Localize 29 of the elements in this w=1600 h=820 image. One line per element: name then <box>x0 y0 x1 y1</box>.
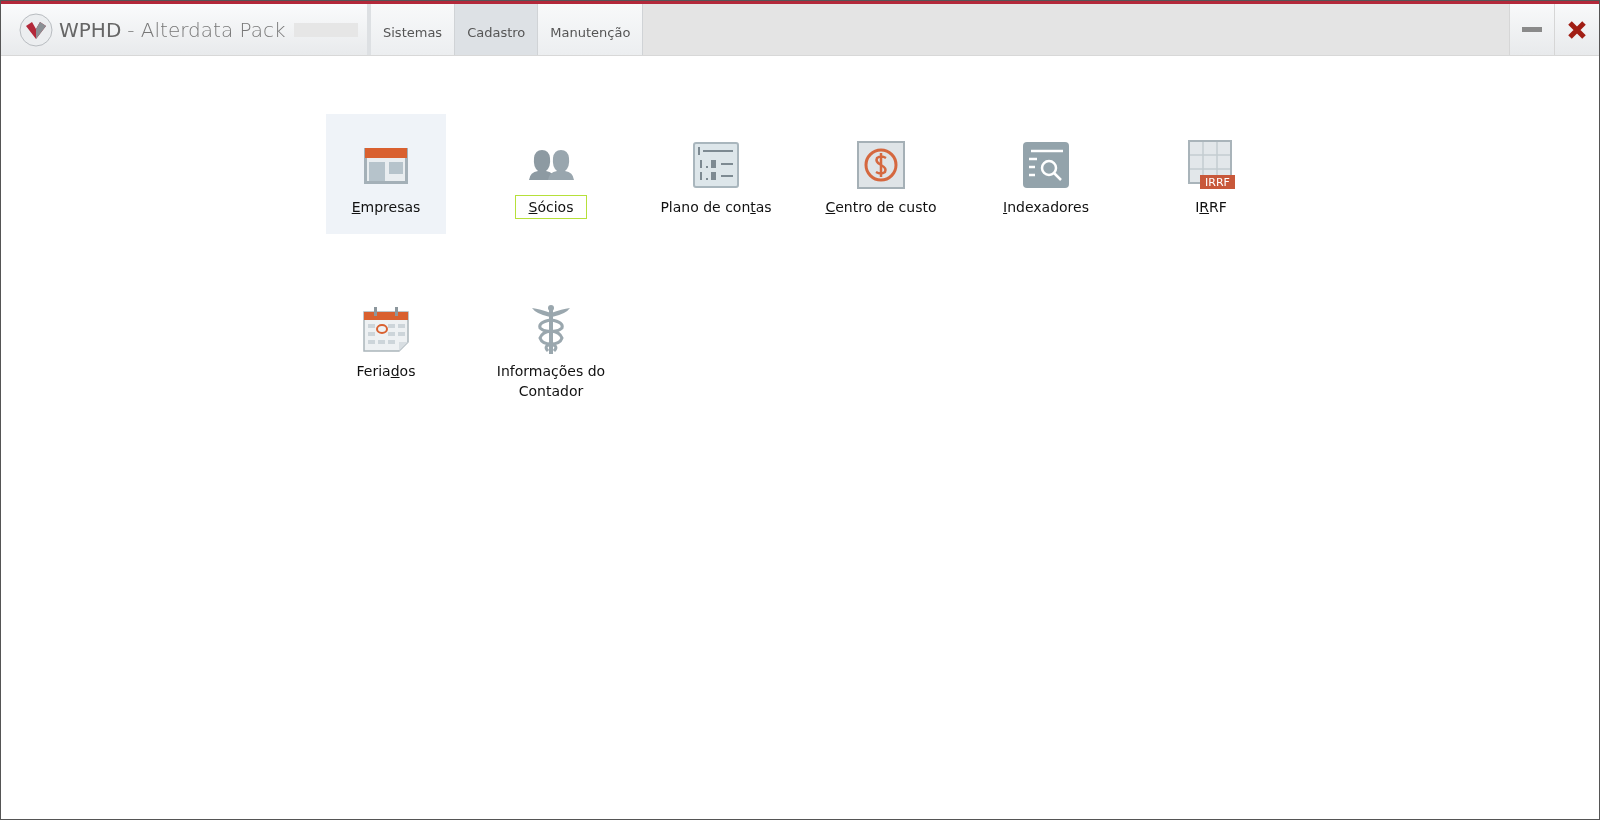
irrf-label: IRRF <box>1205 176 1230 189</box>
menu-tile[interactable]: IRRF IRRF <box>1151 114 1271 234</box>
menu-tab[interactable]: Cadastro <box>455 4 539 55</box>
app-title: WPHD <box>59 17 122 42</box>
minimize-icon <box>1522 27 1542 32</box>
logo-icon <box>19 12 53 47</box>
tile-label: Feriados <box>355 362 417 381</box>
calendar-icon <box>361 304 411 354</box>
tile-label: Sócios <box>514 195 588 219</box>
menu-tab[interactable]: Sistemas <box>371 4 456 55</box>
menu-tile[interactable]: Plano de contas <box>656 114 776 234</box>
tile-label: Indexadores <box>1002 198 1090 217</box>
tile-label: Empresas <box>350 198 422 217</box>
close-icon <box>1567 19 1587 40</box>
tile-label: Plano de contas <box>659 198 773 217</box>
numbered-list-icon <box>691 140 741 190</box>
menu-tile[interactable]: Empresas <box>326 114 446 234</box>
document-search-icon <box>1021 140 1071 190</box>
menu-tile[interactable]: Informações do Contador <box>491 278 611 398</box>
tile-label: Centro de custo <box>824 198 938 217</box>
app-subtitle: - Alterdata Pack <box>127 17 286 42</box>
tile-label: IRRF <box>1194 198 1228 217</box>
tile-label: Informações do Contador <box>495 362 607 401</box>
menu-tile[interactable]: Feriados <box>326 278 446 398</box>
menu-tile[interactable]: Centro de custo <box>821 114 941 234</box>
menu-tile[interactable]: Sócios <box>491 114 611 234</box>
menu-tab[interactable]: Manutenção <box>538 4 644 55</box>
dollar-coin-icon <box>856 140 906 190</box>
menu-tile[interactable]: Indexadores <box>986 114 1106 234</box>
